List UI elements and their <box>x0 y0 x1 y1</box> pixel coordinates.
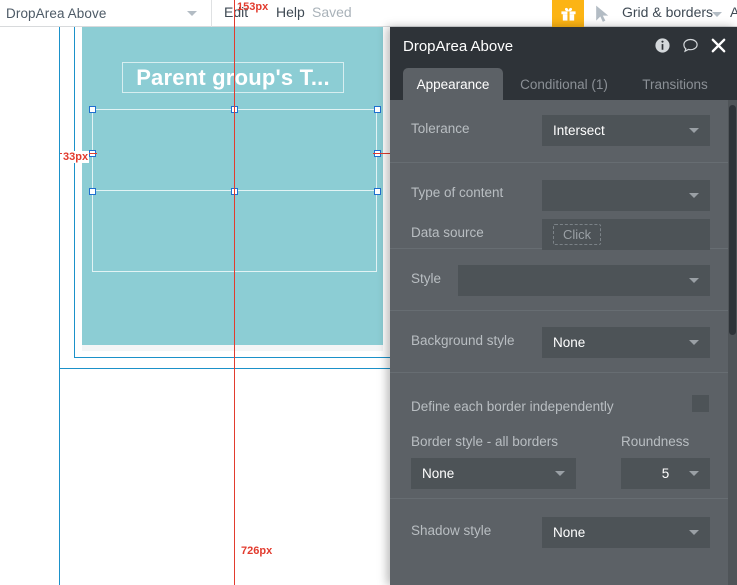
save-status: Saved <box>312 4 352 20</box>
chevron-down-icon-roundness <box>689 471 699 476</box>
background-style-dropdown[interactable]: None <box>542 327 710 358</box>
panel-title: DropArea Above <box>403 38 514 55</box>
style-dropdown[interactable] <box>458 265 710 296</box>
chevron-down-icon-style <box>689 278 699 283</box>
roundness-input[interactable]: 5 <box>621 458 710 489</box>
group-title-text[interactable]: Parent group's T... <box>122 62 344 93</box>
resize-handle-bottom-right[interactable] <box>374 188 381 195</box>
property-editor-panel: DropArea Above Appearance Conditional (1… <box>390 27 737 585</box>
chevron-down-icon-tolerance <box>689 128 699 133</box>
tolerance-dropdown[interactable]: Intersect <box>542 115 710 146</box>
app-root: DropArea Above Edit Help Saved Grid & bo… <box>0 0 737 585</box>
info-icon[interactable] <box>654 37 671 54</box>
tab-transitions[interactable]: Transitions <box>625 68 725 100</box>
border-style-dropdown[interactable]: None <box>411 458 576 489</box>
panel-scrollbar-thumb[interactable] <box>729 105 736 335</box>
element-selector-label: DropArea Above <box>6 6 107 21</box>
roundness-label: Roundness <box>621 434 690 449</box>
data-source-field[interactable]: Click <box>542 219 710 250</box>
panel-header: DropArea Above <box>390 27 737 68</box>
panel-header-icons <box>654 37 727 54</box>
style-label: Style <box>411 271 442 286</box>
data-source-label: Data source <box>411 225 484 240</box>
border-style-value: None <box>422 466 455 481</box>
measure-label-bottom: 726px <box>240 545 274 557</box>
page-guide-horizontal-outer <box>59 368 390 369</box>
section-tolerance: Tolerance Intersect <box>390 100 730 163</box>
group-title-label: Parent group's T... <box>136 64 330 90</box>
group-bottom-edge <box>82 345 383 351</box>
background-style-label: Background style <box>411 333 515 348</box>
shadow-style-label: Shadow style <box>411 523 492 538</box>
section-background-style: Background style None <box>390 311 730 373</box>
section-content: Type of content Data source Click <box>390 163 730 250</box>
data-source-value: Click <box>553 224 602 245</box>
element-selector-dropdown[interactable]: DropArea Above <box>0 0 212 27</box>
panel-tabbar: Appearance Conditional (1) Transitions <box>390 68 737 100</box>
resize-handle-bottom-left[interactable] <box>89 188 96 195</box>
chevron-down-icon-bg <box>689 340 699 345</box>
tolerance-label: Tolerance <box>411 121 470 136</box>
shadow-style-dropdown[interactable]: None <box>542 517 710 548</box>
measure-label-top: 153px <box>237 1 269 13</box>
define-borders-checkbox[interactable] <box>692 395 709 412</box>
resize-handle-top-left[interactable] <box>89 106 96 113</box>
toolbar-overflow-label[interactable]: A <box>730 4 737 20</box>
section-shadow: Shadow style None <box>390 499 730 563</box>
page-guide-vertical-inner <box>74 27 75 358</box>
shadow-style-value: None <box>553 525 586 540</box>
chevron-down-icon-shadow <box>689 530 699 535</box>
tab-conditional[interactable]: Conditional (1) <box>509 68 619 100</box>
section-style: Style <box>390 249 730 311</box>
tolerance-value: Intersect <box>553 123 605 138</box>
chevron-down-icon-content <box>689 193 699 198</box>
panel-body: Tolerance Intersect Type of content Data… <box>390 100 737 585</box>
menu-help[interactable]: Help <box>276 4 305 20</box>
type-of-content-dropdown[interactable] <box>542 180 710 211</box>
tab-appearance[interactable]: Appearance <box>403 68 503 100</box>
comment-icon[interactable] <box>682 37 699 54</box>
measure-guide-vertical-top <box>234 0 235 27</box>
measure-guide-vertical <box>234 27 235 585</box>
define-borders-label: Define each border independently <box>411 399 614 414</box>
page-guide-horizontal-inner <box>74 357 390 358</box>
chevron-down-icon-2 <box>712 12 722 17</box>
measure-label-left: 33px <box>62 151 90 163</box>
background-style-value: None <box>553 335 586 350</box>
border-style-label: Border style - all borders <box>411 434 559 449</box>
type-of-content-label: Type of content <box>411 185 504 200</box>
page-guide-vertical-left <box>59 27 60 585</box>
gift-icon[interactable] <box>552 0 584 27</box>
chevron-down-icon-border <box>555 471 565 476</box>
close-icon[interactable] <box>710 37 727 54</box>
roundness-value: 5 <box>661 466 670 481</box>
cursor-arrow-icon[interactable] <box>592 4 612 24</box>
chevron-down-icon <box>187 11 197 16</box>
top-toolbar: DropArea Above Edit Help Saved Grid & bo… <box>0 0 737 27</box>
resize-handle-top-right[interactable] <box>374 106 381 113</box>
section-borders: Define each border independently Border … <box>390 373 730 499</box>
grid-borders-dropdown[interactable]: Grid & borders <box>622 4 713 20</box>
